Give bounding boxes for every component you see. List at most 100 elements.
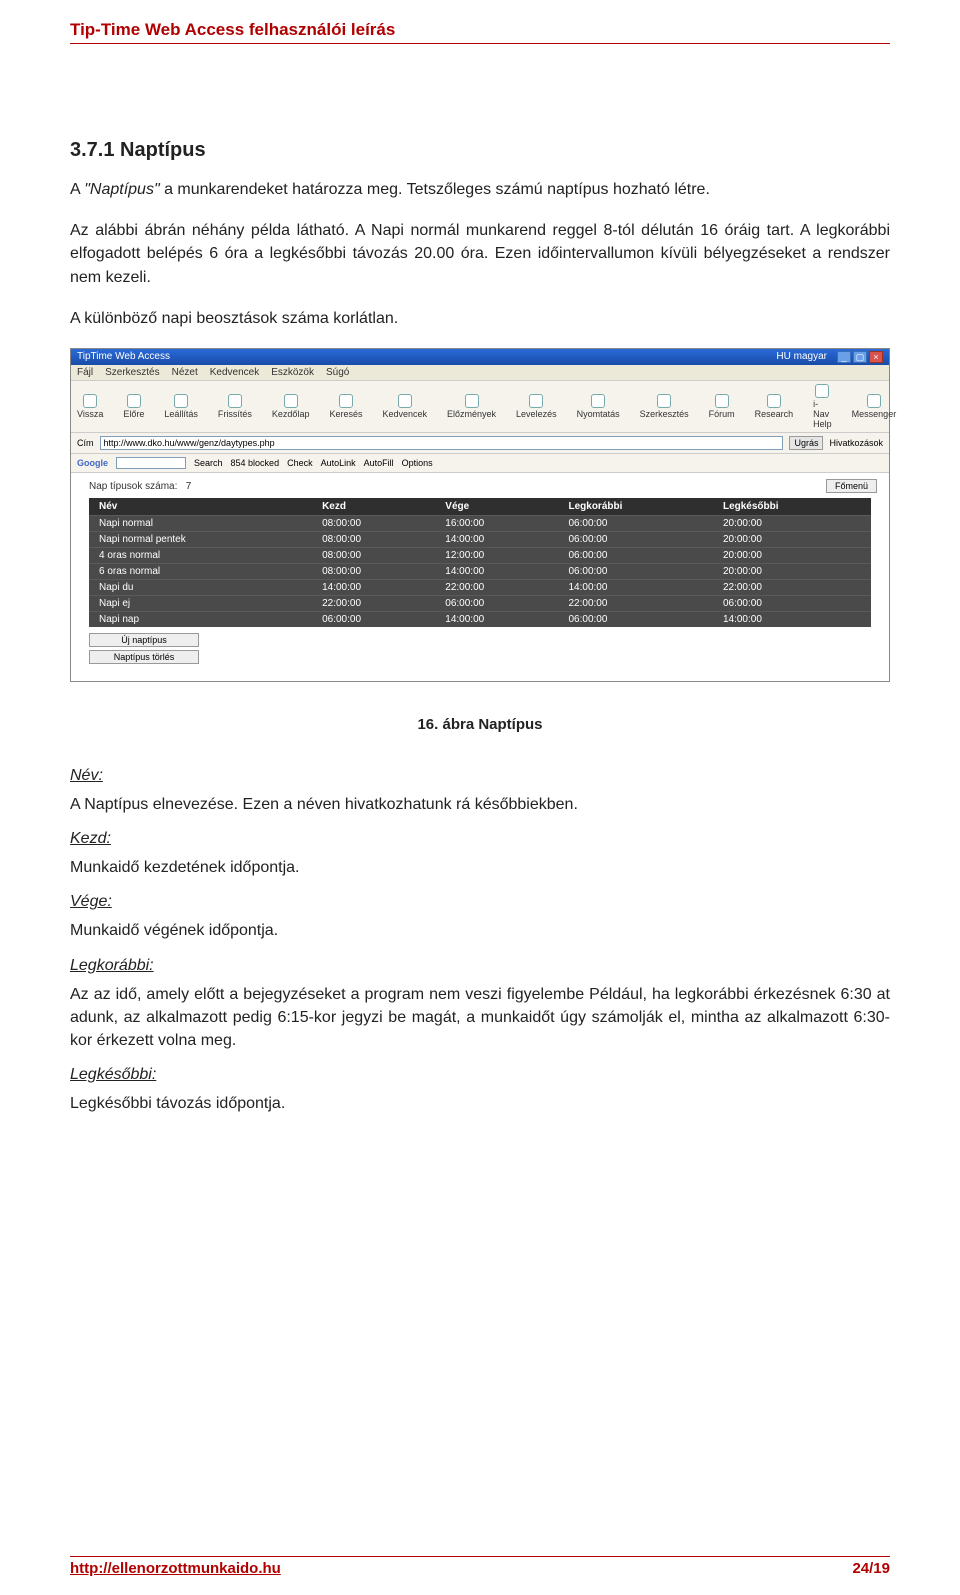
def-term-vege: Vége: bbox=[70, 893, 890, 911]
google-check[interactable]: Check bbox=[287, 458, 313, 468]
menu-item[interactable]: Nézet bbox=[172, 367, 198, 378]
table-cell: 14:00:00 bbox=[435, 611, 558, 627]
table-cell: Napi ej bbox=[89, 595, 312, 611]
window-titlebar: TipTime Web Access HU magyar _ ▢ × bbox=[71, 349, 889, 365]
def-term-legkorabbi: Legkorábbi: bbox=[70, 957, 890, 975]
table-cell: 14:00:00 bbox=[713, 611, 871, 627]
google-autolink[interactable]: AutoLink bbox=[321, 458, 356, 468]
inav-button[interactable]: i-Nav Help bbox=[813, 384, 832, 429]
menu-item[interactable]: Fájl bbox=[77, 367, 93, 378]
history-button[interactable]: Előzmények bbox=[447, 394, 496, 419]
address-input[interactable] bbox=[100, 436, 784, 450]
menu-item[interactable]: Eszközök bbox=[271, 367, 314, 378]
paragraph-3: A különböző napi beosztások száma korlát… bbox=[70, 307, 890, 330]
go-button[interactable]: Ugrás bbox=[789, 436, 823, 450]
table-cell: 22:00:00 bbox=[558, 595, 712, 611]
para1-b: a munkarendeket határozza meg. Tetszőleg… bbox=[160, 181, 710, 198]
back-button[interactable]: Vissza bbox=[77, 394, 103, 419]
menu-item[interactable]: Kedvencek bbox=[210, 367, 259, 378]
table-cell: 06:00:00 bbox=[312, 611, 435, 627]
table-cell: 22:00:00 bbox=[312, 595, 435, 611]
research-button[interactable]: Research bbox=[755, 394, 794, 419]
def-body-legkesobbi: Legkésőbbi távozás időpontja. bbox=[70, 1092, 890, 1115]
edit-button[interactable]: Szerkesztés bbox=[640, 394, 689, 419]
table-row[interactable]: Napi ej22:00:0006:00:0022:00:0006:00:00 bbox=[89, 595, 871, 611]
google-logo: Google bbox=[77, 458, 108, 468]
table-cell: 06:00:00 bbox=[558, 547, 712, 563]
count-row: Nap típusok száma: 7 bbox=[89, 481, 871, 492]
google-search-input[interactable] bbox=[116, 457, 186, 469]
messenger-button[interactable]: Messenger bbox=[852, 394, 897, 419]
google-toolbar: Google Search 854 blocked Check AutoLink… bbox=[71, 454, 889, 473]
minimize-button[interactable]: _ bbox=[837, 351, 851, 363]
table-cell: 06:00:00 bbox=[558, 563, 712, 579]
def-body-nev: A Naptípus elnevezése. Ezen a néven hiva… bbox=[70, 793, 890, 816]
table-cell: 06:00:00 bbox=[713, 595, 871, 611]
def-term-kezd: Kezd: bbox=[70, 830, 890, 848]
forum-button[interactable]: Fórum bbox=[709, 394, 735, 419]
para1-em: "Naptípus" bbox=[84, 181, 159, 198]
menu-item[interactable]: Súgó bbox=[326, 367, 349, 378]
refresh-button[interactable]: Frissítés bbox=[218, 394, 252, 419]
table-cell: Napi normal pentek bbox=[89, 531, 312, 547]
menu-item[interactable]: Szerkesztés bbox=[105, 367, 159, 378]
google-search-button[interactable]: Search bbox=[194, 458, 223, 468]
page-header: Tip-Time Web Access felhasználói leírás bbox=[70, 20, 890, 44]
table-cell: 20:00:00 bbox=[713, 531, 871, 547]
table-row[interactable]: Napi normal pentek08:00:0014:00:0006:00:… bbox=[89, 531, 871, 547]
table-row[interactable]: Napi nap06:00:0014:00:0006:00:0014:00:00 bbox=[89, 611, 871, 627]
footer-url[interactable]: http://ellenorzottmunkaido.hu bbox=[70, 1560, 281, 1577]
menubar: Fájl Szerkesztés Nézet Kedvencek Eszközö… bbox=[71, 365, 889, 381]
table-row[interactable]: Napi normal08:00:0016:00:0006:00:0020:00… bbox=[89, 515, 871, 531]
figure-caption: 16. ábra Naptípus bbox=[70, 716, 890, 733]
address-bar: Cím Ugrás Hivatkozások bbox=[71, 433, 889, 454]
search-button[interactable]: Keresés bbox=[329, 394, 362, 419]
favorites-button[interactable]: Kedvencek bbox=[382, 394, 427, 419]
google-options[interactable]: Options bbox=[402, 458, 433, 468]
th-legkorabbi: Legkorábbi bbox=[558, 498, 712, 516]
th-legkesobbi: Legkésőbbi bbox=[713, 498, 871, 516]
def-term-nev: Név: bbox=[70, 767, 890, 785]
table-row[interactable]: 6 oras normal08:00:0014:00:0006:00:0020:… bbox=[89, 563, 871, 579]
table-cell: Napi du bbox=[89, 579, 312, 595]
table-cell: 08:00:00 bbox=[312, 563, 435, 579]
table-cell: 22:00:00 bbox=[435, 579, 558, 595]
table-cell: 20:00:00 bbox=[713, 563, 871, 579]
home-button[interactable]: Kezdőlap bbox=[272, 394, 310, 419]
google-autofill[interactable]: AutoFill bbox=[364, 458, 394, 468]
table-cell: 06:00:00 bbox=[558, 531, 712, 547]
table-cell: 20:00:00 bbox=[713, 547, 871, 563]
links-label[interactable]: Hivatkozások bbox=[829, 438, 883, 448]
table-cell: 08:00:00 bbox=[312, 515, 435, 531]
table-cell: 06:00:00 bbox=[435, 595, 558, 611]
google-blocked[interactable]: 854 blocked bbox=[231, 458, 280, 468]
fomenu-button[interactable]: Főmenü bbox=[826, 479, 877, 493]
delete-daytype-button[interactable]: Naptípus törlés bbox=[89, 650, 199, 664]
table-cell: 22:00:00 bbox=[713, 579, 871, 595]
count-label: Nap típusok száma: bbox=[89, 481, 177, 492]
table-cell: Napi normal bbox=[89, 515, 312, 531]
daytype-table: Név Kezd Vége Legkorábbi Legkésőbbi Napi… bbox=[89, 498, 871, 627]
table-cell: 14:00:00 bbox=[558, 579, 712, 595]
mail-button[interactable]: Levelezés bbox=[516, 394, 557, 419]
maximize-button[interactable]: ▢ bbox=[853, 351, 867, 363]
table-cell: 08:00:00 bbox=[312, 547, 435, 563]
window-title: TipTime Web Access bbox=[77, 351, 170, 362]
close-button[interactable]: × bbox=[869, 351, 883, 363]
print-button[interactable]: Nyomtatás bbox=[577, 394, 620, 419]
table-row[interactable]: 4 oras normal08:00:0012:00:0006:00:0020:… bbox=[89, 547, 871, 563]
table-cell: 14:00:00 bbox=[435, 563, 558, 579]
th-name: Név bbox=[89, 498, 312, 516]
table-cell: 06:00:00 bbox=[558, 515, 712, 531]
paragraph-1: A "Naptípus" a munkarendeket határozza m… bbox=[70, 178, 890, 201]
toolbar: Vissza Előre Leállítás Frissítés Kezdőla… bbox=[71, 381, 889, 433]
button-row: Új naptípus Naptípus törlés bbox=[89, 633, 871, 664]
table-row[interactable]: Napi du14:00:0022:00:0014:00:0022:00:00 bbox=[89, 579, 871, 595]
new-daytype-button[interactable]: Új naptípus bbox=[89, 633, 199, 647]
page-header-text: Tip-Time Web Access felhasználói leírás bbox=[70, 20, 395, 39]
stop-button[interactable]: Leállítás bbox=[164, 394, 198, 419]
count-value: 7 bbox=[186, 481, 192, 492]
forward-button[interactable]: Előre bbox=[123, 394, 144, 419]
paragraph-2: Az alábbi ábrán néhány példa látható. A … bbox=[70, 219, 890, 289]
th-kezd: Kezd bbox=[312, 498, 435, 516]
